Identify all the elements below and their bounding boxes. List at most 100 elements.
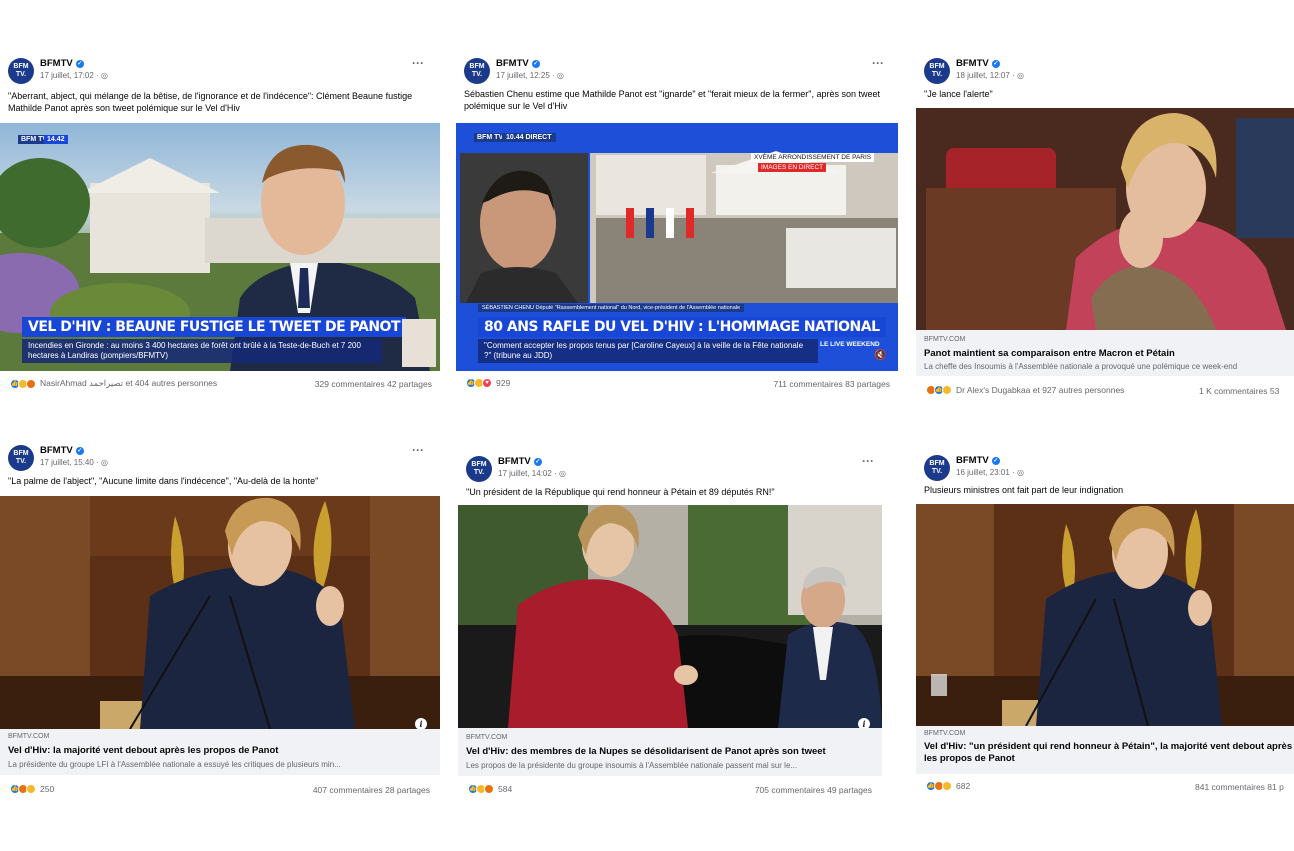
page-name[interactable]: BFMTV ✓ (40, 58, 84, 69)
globe-icon: ◎ (100, 71, 108, 80)
verified-icon: ✓ (75, 447, 84, 455)
post-date-text[interactable]: 17 juillet, 12:25 · (496, 71, 555, 80)
link-image[interactable] (916, 504, 1294, 726)
engagement-stats[interactable]: 1 K commentaires 53 (1199, 386, 1279, 396)
more-options-icon[interactable]: ··· (412, 443, 424, 457)
reaction-text[interactable]: 250 (40, 784, 54, 794)
engagement-stats[interactable]: 407 commentaires 28 partages (313, 785, 430, 795)
post-date[interactable]: 17 juillet, 17:02 · ◎ (40, 71, 108, 80)
post-date[interactable]: 17 juillet, 15:40 · ◎ (40, 458, 108, 467)
page-name-text[interactable]: BFMTV (498, 456, 531, 467)
reaction-summary[interactable]: 👍 Dr Alex's Dugabkaa et 927 autres perso… (926, 385, 1124, 395)
link-image[interactable] (916, 108, 1294, 330)
avatar[interactable]: BFM TV. (464, 58, 490, 84)
post-caption: Plusieurs ministres ont fait part de leu… (924, 485, 1124, 495)
page-name[interactable]: BFMTV ✓ (496, 58, 540, 69)
video-thumbnail[interactable]: BFM TV. 14.42 VEL D'HIV : BEAUNE FUSTIGE… (0, 123, 440, 371)
post-date[interactable]: 16 juillet, 23:01 · ◎ (956, 468, 1024, 477)
post-date-text[interactable]: 18 juillet, 12:07 · (956, 71, 1015, 80)
info-icon[interactable]: i (415, 718, 427, 729)
more-options-icon[interactable]: ··· (872, 56, 884, 70)
page-name-text[interactable]: BFMTV (956, 58, 989, 69)
page-name-text[interactable]: BFMTV (40, 58, 73, 69)
avatar[interactable]: BFM TV. (8, 58, 34, 84)
link-description: Les propos de la présidente du groupe in… (466, 761, 798, 770)
reaction-summary[interactable]: 👍 584 (468, 784, 512, 794)
live-tag: IMAGES EN DIRECT (758, 163, 827, 172)
link-description: La cheffe des Insoumis à l'Assemblée nat… (924, 362, 1238, 371)
news-ticker: "Comment accepter les propos tenus par [… (478, 339, 818, 363)
page-name[interactable]: BFMTV ✓ (956, 58, 1000, 69)
time-tag: 14.42 (44, 135, 68, 144)
post-card: BFM TV. BFMTV ✓ 17 juillet, 15:40 · ◎ ···… (0, 437, 440, 807)
page-name-text[interactable]: BFMTV (496, 58, 529, 69)
page-name-text[interactable]: BFMTV (956, 455, 989, 466)
engagement-stats[interactable]: 841 commentaires 81 p (1195, 782, 1284, 792)
photo (458, 505, 882, 728)
link-preview[interactable]: BFMTV.COM Vel d'Hiv: la majorité vent de… (0, 729, 440, 775)
link-description: La présidente du groupe LFI à l'Assemblé… (8, 760, 341, 769)
link-title[interactable]: Panot maintient sa comparaison entre Mac… (924, 348, 1175, 360)
avatar[interactable]: BFM TV. (466, 456, 492, 482)
channel-logo-text: BFM TV. (477, 134, 505, 141)
reaction-text[interactable]: NasirAhmad تصیراحمد et 404 autres person… (40, 378, 217, 389)
reaction-summary[interactable]: 👍 NasirAhmad تصیراحمد et 404 autres pers… (10, 378, 217, 389)
link-preview[interactable]: BFMTV.COM Vel d'Hiv: des membres de la N… (458, 728, 882, 776)
reaction-summary[interactable]: 👍 682 (926, 781, 970, 791)
more-options-icon[interactable]: ··· (862, 454, 874, 468)
engagement-stats[interactable]: 705 commentaires 49 partages (755, 785, 872, 795)
globe-icon: ◎ (556, 71, 564, 80)
page-name[interactable]: BFMTV ✓ (956, 455, 1000, 466)
video-thumbnail[interactable]: BFM TV. 10.44 DIRECT XVÈME ARRONDISSEMEN… (456, 123, 898, 371)
link-title[interactable]: Vel d'Hiv: des membres de la Nupes se dé… (466, 746, 826, 758)
globe-icon: ◎ (1016, 71, 1024, 80)
link-preview[interactable]: BFMTV.COM Panot maintient sa comparaison… (916, 330, 1294, 376)
post-date-text[interactable]: 16 juillet, 23:01 · (956, 468, 1015, 477)
avatar[interactable]: BFM TV. (924, 58, 950, 84)
page-name-text[interactable]: BFMTV (40, 445, 73, 456)
reaction-summary[interactable]: 👍 250 (10, 784, 54, 794)
more-options-icon[interactable]: ··· (412, 56, 424, 70)
post-header: BFM TV. BFMTV ✓ 16 juillet, 23:01 · ◎ (924, 453, 1294, 483)
love-icon: ♥ (482, 378, 492, 388)
engagement-stats[interactable]: 329 commentaires 42 partages (315, 379, 432, 389)
post-date[interactable]: 18 juillet, 12:07 · ◎ (956, 71, 1024, 80)
page-name[interactable]: BFMTV ✓ (498, 456, 542, 467)
link-title[interactable]: Vel d'Hiv: la majorité vent debout après… (8, 745, 278, 757)
post-date[interactable]: 17 juillet, 14:02 · ◎ (498, 469, 566, 478)
verified-icon: ✓ (991, 60, 1000, 68)
info-icon[interactable]: i (858, 718, 870, 728)
post-date-text[interactable]: 17 juillet, 15:40 · (40, 458, 99, 467)
reaction-text[interactable]: 584 (498, 784, 512, 794)
time-tag: 10.44 DIRECT (502, 133, 556, 142)
link-title[interactable]: Vel d'Hiv: "un président qui rend honneu… (924, 741, 1294, 765)
verified-icon: ✓ (533, 458, 542, 466)
page-name[interactable]: BFMTV ✓ (40, 445, 84, 456)
photo (916, 504, 1294, 726)
reaction-text[interactable]: Dr Alex's Dugabkaa et 927 autres personn… (956, 385, 1124, 395)
engagement-stats[interactable]: 711 commentaires 83 partages (773, 379, 890, 389)
post-date-text[interactable]: 17 juillet, 14:02 · (498, 469, 557, 478)
avatar[interactable]: BFM TV. (924, 455, 950, 481)
mute-icon[interactable]: 🔇 (874, 350, 886, 361)
location-tag: XVÈME ARRONDISSEMENT DE PARIS (751, 153, 875, 162)
post-header: BFM TV. BFMTV ✓ 17 juillet, 15:40 · ◎ ··· (8, 443, 448, 473)
angry-icon (26, 378, 36, 389)
post-header: BFM TV. BFMTV ✓ 18 juillet, 12:07 · ◎ (924, 56, 1294, 86)
post-card: BFM TV. BFMTV ✓ 18 juillet, 12:07 · ◎ "Je… (916, 50, 1294, 410)
post-date[interactable]: 17 juillet, 12:25 · ◎ (496, 71, 564, 80)
post-header: BFM TV. BFMTV ✓ 17 juillet, 12:25 · ◎ ··· (464, 56, 904, 86)
reaction-text[interactable]: 929 (496, 378, 510, 388)
post-card: BFM TV. BFMTV ✓ 16 juillet, 23:01 · ◎ Plu… (916, 447, 1294, 807)
link-preview[interactable]: BFMTV.COM Vel d'Hiv: "un président qui r… (916, 726, 1294, 774)
post-date-text[interactable]: 17 juillet, 17:02 · (40, 71, 99, 80)
news-ticker: Incendies en Gironde : au moins 3 400 he… (22, 339, 382, 363)
photo (916, 108, 1294, 330)
link-image[interactable]: i (458, 505, 882, 728)
globe-icon: ◎ (558, 469, 566, 478)
reaction-text[interactable]: 682 (956, 781, 970, 791)
reaction-summary[interactable]: 👍 ♥ 929 (466, 378, 510, 388)
post-caption: Sébastien Chenu estime que Mathilde Pano… (464, 89, 881, 111)
link-image[interactable]: i (0, 496, 440, 729)
avatar[interactable]: BFM TV. (8, 445, 34, 471)
